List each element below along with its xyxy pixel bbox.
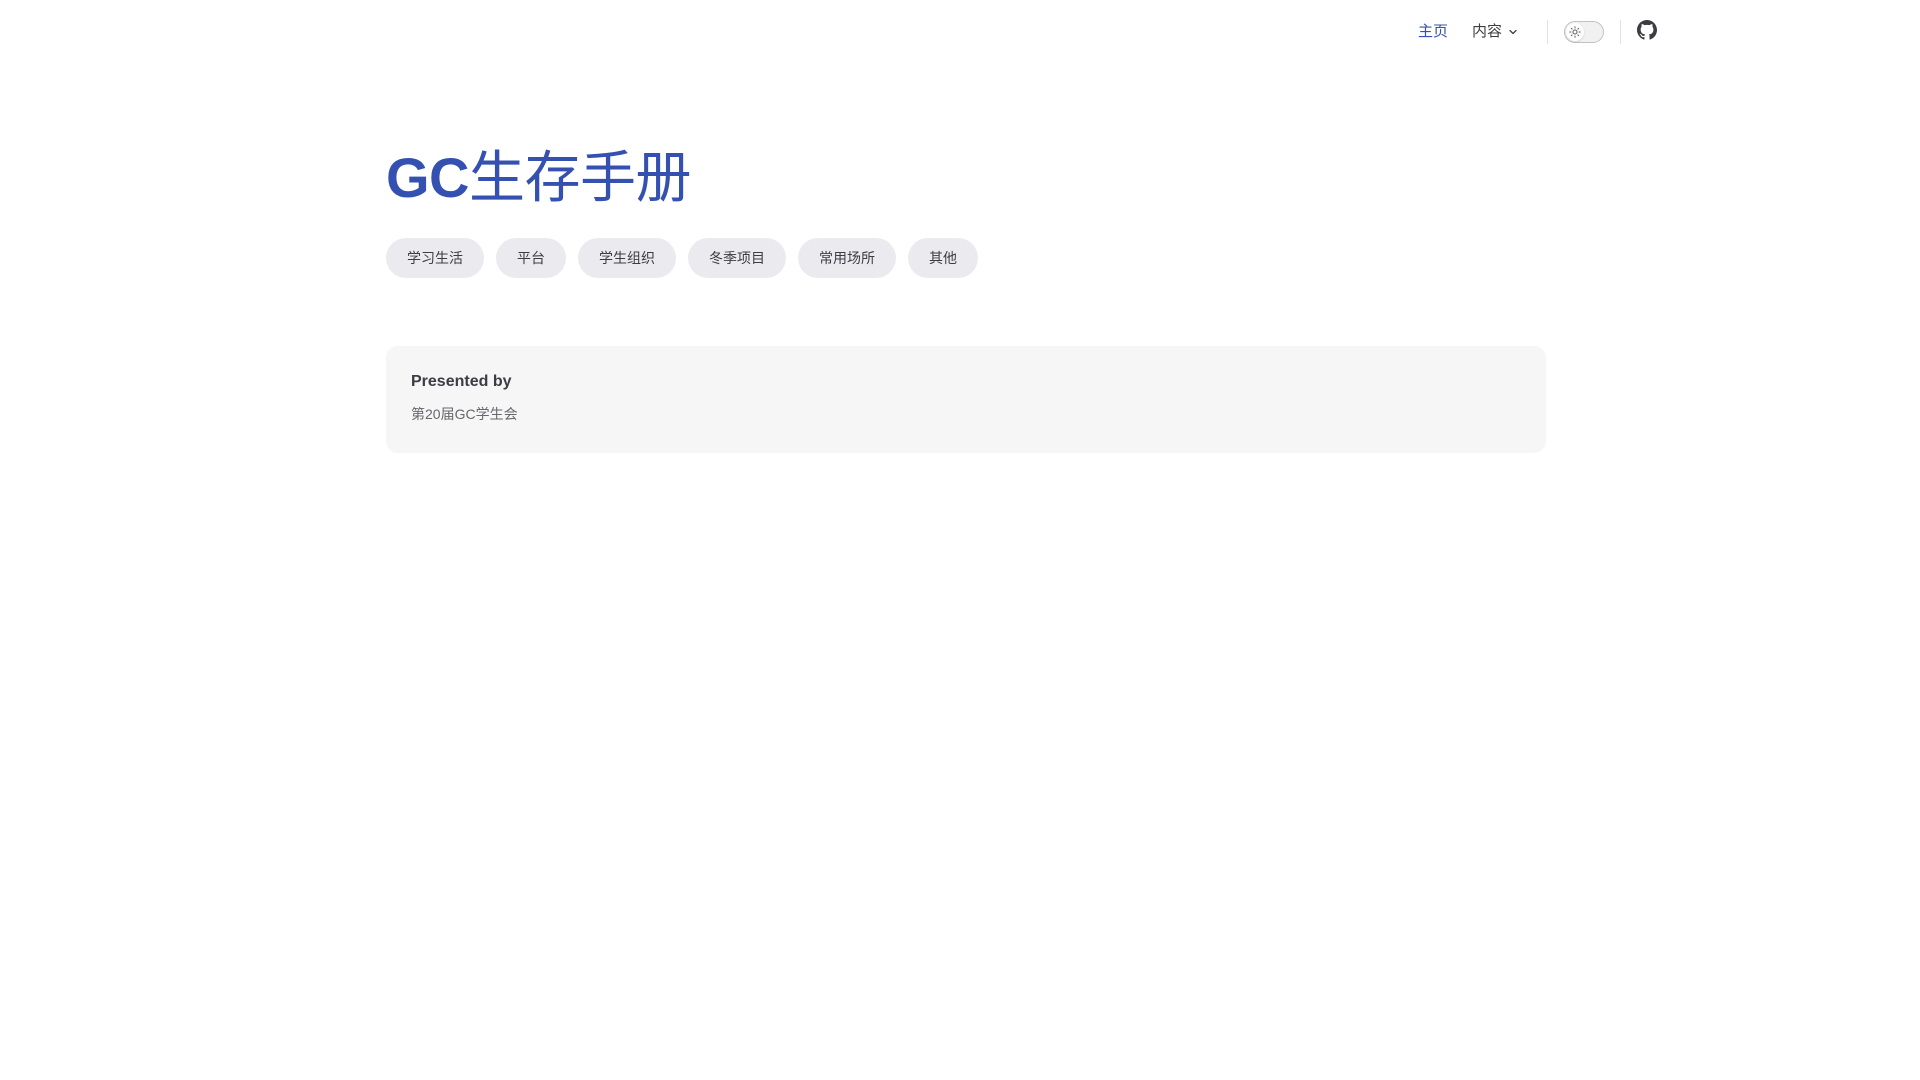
hero-title: GC生存手册 <box>386 140 1546 216</box>
nav-home-link[interactable]: 主页 <box>1406 0 1460 64</box>
theme-toggle-switch[interactable] <box>1564 21 1604 43</box>
hero-title-cn: 生存手册 <box>469 146 692 209</box>
hero-section: GC生存手册 学习生活 平台 学生组织 冬季项目 常用场所 其他 <box>386 140 1546 278</box>
tag-platform[interactable]: 平台 <box>496 238 566 278</box>
nav-content-label: 内容 <box>1471 23 1502 40</box>
github-link[interactable] <box>1637 19 1657 45</box>
feature-card-title: Presented by <box>411 373 512 390</box>
feature-card: Presented by 第20届GC学生会 <box>386 346 1546 453</box>
navbar-divider <box>1547 20 1548 44</box>
feature-card-details: 第20届GC学生会 <box>411 406 518 422</box>
tag-study-life[interactable]: 学习生活 <box>386 238 484 278</box>
tag-common-places[interactable]: 常用场所 <box>798 238 896 278</box>
chevron-down-icon <box>1507 26 1519 38</box>
tag-other[interactable]: 其他 <box>908 238 978 278</box>
nav-content-dropdown[interactable]: 内容 <box>1460 0 1531 64</box>
hero-title-en: GC <box>386 146 470 209</box>
github-icon <box>1637 19 1657 45</box>
navbar-menu: 主页 内容 <box>1406 0 1657 64</box>
top-navbar: 主页 内容 <box>0 0 1920 64</box>
tag-student-organizations[interactable]: 学生组织 <box>578 238 676 278</box>
sun-icon <box>1566 23 1584 41</box>
tag-winter-programs[interactable]: 冬季项目 <box>688 238 786 278</box>
navbar-divider <box>1620 20 1621 44</box>
hero-tag-list: 学习生活 平台 学生组织 冬季项目 常用场所 其他 <box>386 238 1546 278</box>
